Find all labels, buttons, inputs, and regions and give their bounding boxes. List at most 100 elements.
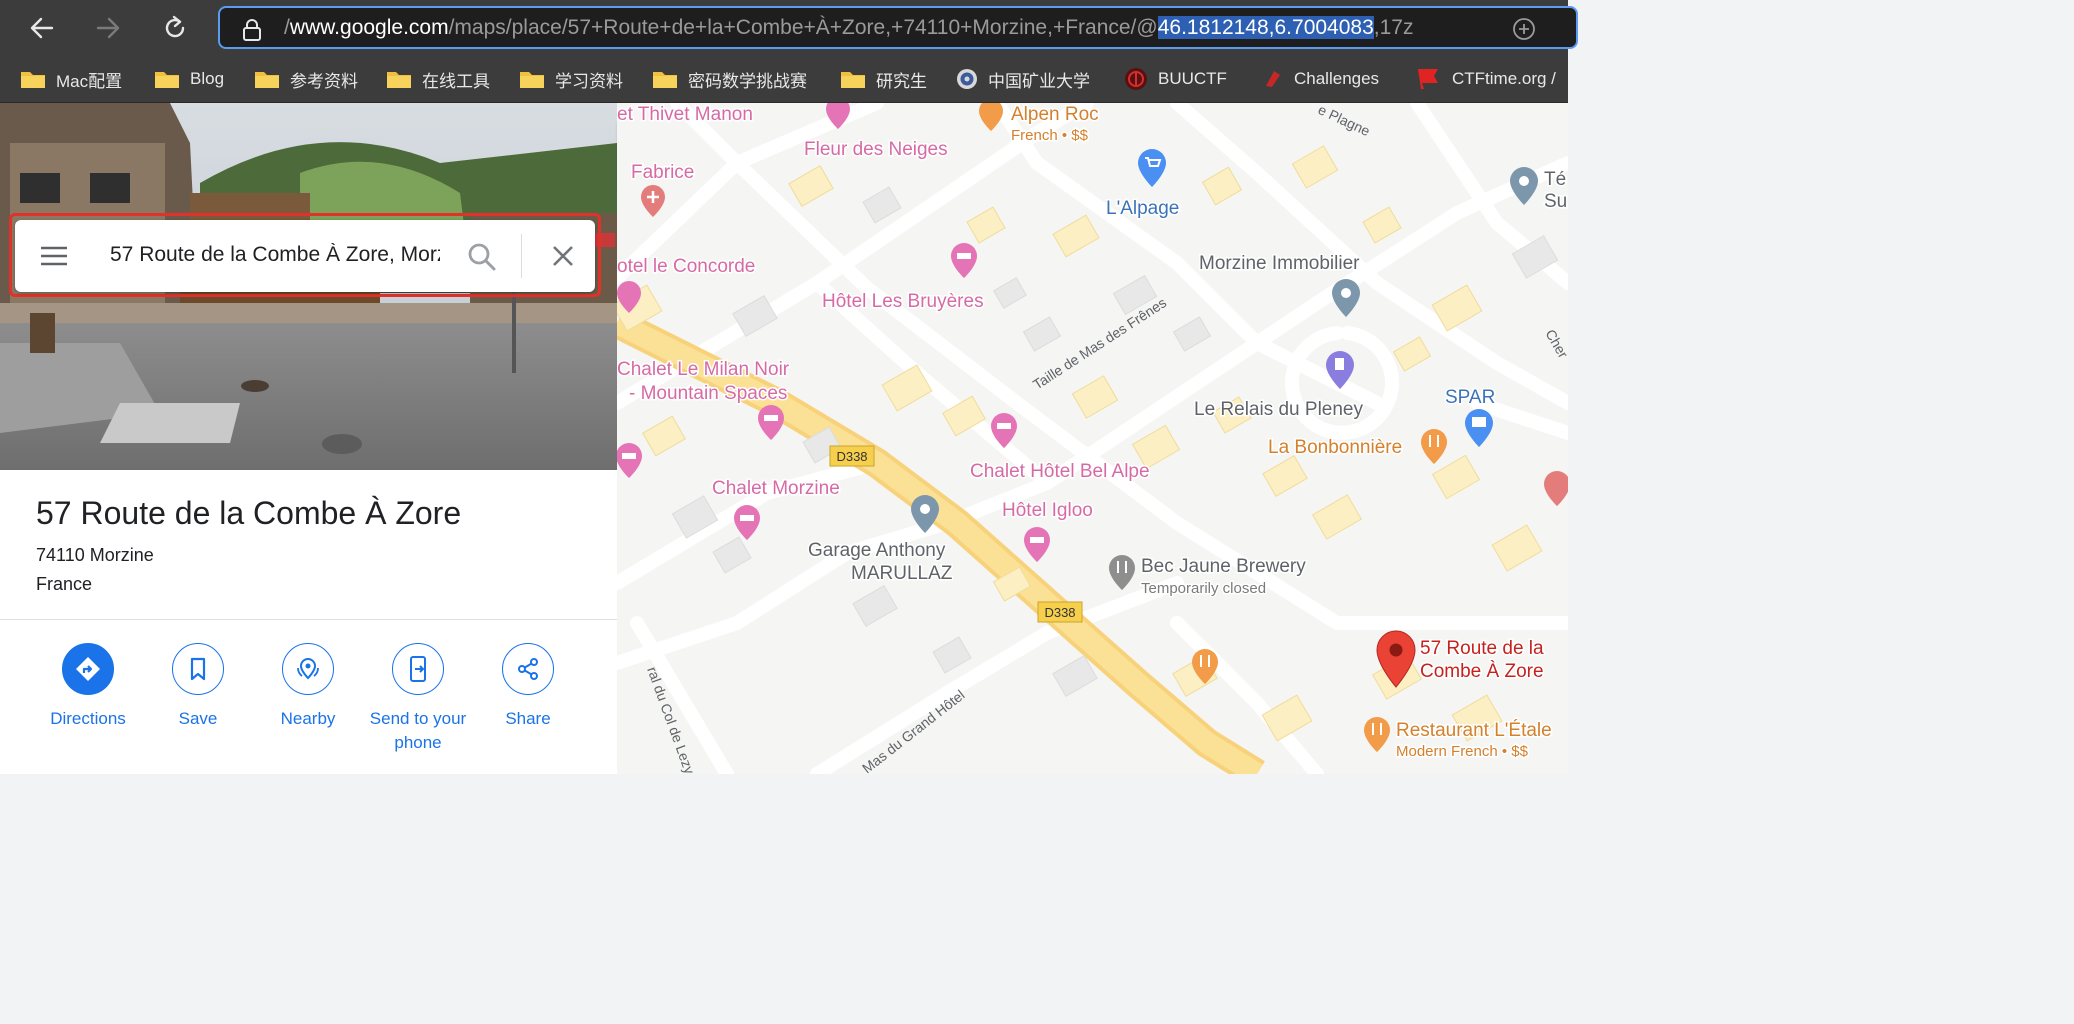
folder-icon [652,69,678,89]
bookmark-blog[interactable]: Blog [154,66,224,92]
map-label-chalet-milan-noir[interactable]: Chalet Le Milan Noir [617,358,791,382]
map-label-l-alpage[interactable]: L'Alpage [1105,197,1181,221]
map-label-relais-du-pleney[interactable]: Le Relais du Pleney [1193,398,1365,422]
bookmark-label: 在线工具 [422,71,490,91]
arrow-right-icon [96,17,120,39]
road-shield-d338-a: D338 [829,445,875,467]
bookmark-label: Blog [190,69,225,88]
bookmark-crypto-challenge[interactable]: 密码数学挑战赛 [652,66,807,92]
reload-icon [165,15,185,38]
save-label: Save [178,709,218,728]
url-suffix: ,17z [1373,16,1414,39]
folder-icon [154,69,180,89]
map-label-su[interactable]: Su [1543,190,1569,214]
map-label-hotel-concorde[interactable]: otel le Concorde [617,255,757,279]
bookmark-label: 中国矿业大学 [988,71,1090,91]
challenges-icon [1262,68,1284,90]
map-label-hotel-les-bruyeres[interactable]: Hôtel Les Bruyères [821,290,986,314]
map-label-fabrice[interactable]: Fabrice [630,161,696,185]
address-line-postal: 74110 Morzine [36,545,154,565]
map-label-te[interactable]: Té [1543,168,1568,192]
road-shield-label: D338 [1044,605,1075,620]
bookmark-buuctf[interactable]: BUUCTF [1124,66,1227,92]
send-to-phone-label: Send to your phone [369,709,467,752]
url-path: /maps/place/57+Route+de+la+Combe+À+Zore,… [448,16,1158,39]
folder-icon [519,69,545,89]
map-label-alpen-roc-sub: French • $$ [1011,127,1089,144]
bookmark-references[interactable]: 参考资料 [254,66,358,92]
map-label-hotel-igloo[interactable]: Hôtel Igloo [1001,499,1095,523]
save-button[interactable]: Save [143,643,253,731]
folder-icon [840,69,866,89]
map-label-selected-line2[interactable]: Combe À Zore [1419,660,1546,684]
add-tab-icon[interactable] [1512,17,1536,46]
university-seal-icon [956,68,978,90]
address-line-country: France [36,574,93,594]
browser-toolbar: /www.google.com/maps/place/57+Route+de+l… [0,0,1578,56]
bookmark-graduate[interactable]: 研究生 [840,66,927,92]
map-label-la-bonbonniere[interactable]: La Bonbonnière [1267,436,1404,460]
nearby-label: Nearby [280,709,336,728]
bookmark-label: 研究生 [876,71,927,91]
search-box[interactable]: 57 Route de la Combe À Zore, Morzine, Fr… [15,220,595,292]
map-label-marullaz[interactable]: MARULLAZ [850,562,955,586]
search-divider [521,234,522,278]
bookmark-label: CTFtime.org / [1452,69,1556,88]
search-input[interactable]: 57 Route de la Combe À Zore, Morzine, Fr… [110,243,440,267]
nearby-button[interactable]: Nearby [253,643,363,731]
road-shield-label: D338 [836,449,867,464]
directions-button[interactable]: Directions [33,643,143,731]
map-label-spar[interactable]: SPAR [1444,386,1497,410]
directions-icon [62,643,114,695]
share-button[interactable]: Share [473,643,583,731]
bookmark-label: BUUCTF [1158,69,1227,88]
bookmark-icon [172,643,224,695]
back-button[interactable] [24,10,60,46]
map-label-thivet[interactable]: et Thivet Manon [617,103,754,127]
map-label-mountain-spaces[interactable]: - Mountain Spaces [628,382,789,406]
bookmark-ctftime[interactable]: CTFtime.org / [1416,66,1556,92]
arrow-left-icon [30,17,54,39]
bookmark-label: 密码数学挑战赛 [688,71,807,91]
place-panel: 57 Route de la Combe À Zore, Morzine, Fr… [0,103,617,774]
map-label-selected-line1[interactable]: 57 Route de la [1419,637,1546,661]
map-canvas[interactable]: D338 D338 et Thivet Manon Fleur des Neig… [617,103,1568,774]
map-label-garage-anthony[interactable]: Garage Anthony [807,539,948,563]
map-label-morzine-immobilier[interactable]: Morzine Immobilier [1198,252,1362,276]
bookmark-challenges[interactable]: Challenges [1262,66,1379,92]
menu-icon[interactable] [39,244,69,273]
ctftime-flag-icon [1416,67,1442,91]
send-to-phone-button[interactable]: Send to your phone [363,643,473,755]
reload-button[interactable] [157,10,193,46]
map-label-chalet-bel-alpe[interactable]: Chalet Hôtel Bel Alpe [969,460,1152,484]
bookmark-label: Challenges [1294,69,1380,88]
close-icon[interactable] [551,244,575,273]
map-label-chalet-morzine[interactable]: Chalet Morzine [711,477,842,501]
forward-button[interactable] [90,10,126,46]
bookmark-label: Mac配置 [56,71,123,91]
folder-icon [20,69,46,89]
send-to-phone-icon [392,643,444,695]
map-label-fleur-des-neiges[interactable]: Fleur des Neiges [803,138,950,162]
map-label-temporarily-closed: Temporarily closed [1141,580,1266,597]
map-label-alpen-roc[interactable]: Alpen Roc [1010,103,1101,127]
address-bar[interactable]: /www.google.com/maps/place/57+Route+de+l… [218,6,1578,49]
share-label: Share [505,709,551,728]
share-icon [502,643,554,695]
bookmark-cumt[interactable]: 中国矿业大学 [956,66,1090,92]
map-label-modern-french: Modern French • $$ [1396,743,1529,760]
search-icon[interactable] [467,242,497,277]
bookmark-label: 参考资料 [290,71,358,91]
folder-icon [254,69,280,89]
bookmark-label: 学习资料 [555,71,623,91]
map-label-restaurant-l-etale[interactable]: Restaurant L'Étale [1395,719,1554,743]
url-host: www.google.com [289,16,449,39]
bookmark-study-materials[interactable]: 学习资料 [519,66,623,92]
buuctf-icon [1124,67,1148,91]
divider [0,619,617,620]
bookmark-online-tools[interactable]: 在线工具 [386,66,490,92]
url-text: /www.google.com/maps/place/57+Route+de+l… [284,16,1413,40]
map-label-bec-jaune-brewery[interactable]: Bec Jaune Brewery [1140,555,1308,579]
bookmark-mac-config[interactable]: Mac配置 [20,66,122,92]
place-title: 57 Route de la Combe À Zore [36,495,462,531]
